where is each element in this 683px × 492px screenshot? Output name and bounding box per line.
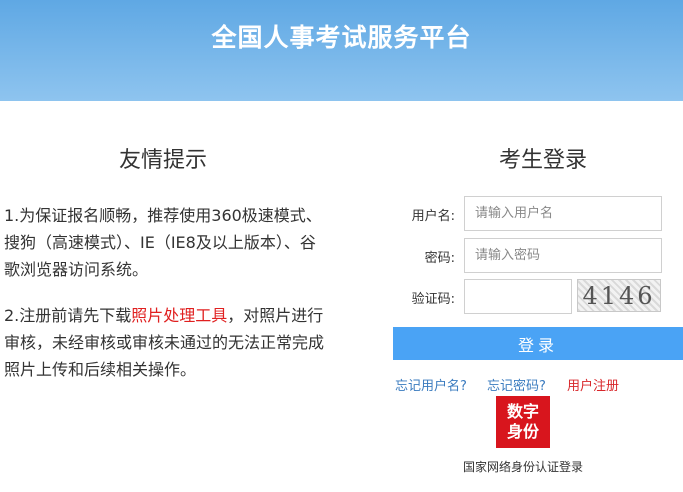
- login-title: 考生登录: [498, 148, 587, 173]
- tip-2-text-before: 2.注册前请先下载: [4, 306, 132, 325]
- site-title: 全国人事考试服务平台: [211, 23, 472, 52]
- digital-id-logo-line1: 数字: [506, 402, 539, 421]
- digital-id-logo-line2: 身份: [506, 422, 539, 441]
- username-label: 用户名:: [411, 209, 455, 224]
- digital-id-logo[interactable]: 数字 身份: [496, 396, 550, 448]
- digital-id-caption[interactable]: 国家网络身份认证登录: [433, 458, 613, 475]
- username-input[interactable]: [464, 196, 662, 231]
- forgot-password-link[interactable]: 忘记密码?: [487, 375, 546, 394]
- password-input[interactable]: [464, 238, 662, 273]
- tips-title: 友情提示: [118, 148, 207, 173]
- captcha-image[interactable]: 4146: [577, 279, 661, 312]
- password-label: 密码:: [424, 251, 455, 266]
- login-button[interactable]: 登录: [393, 327, 683, 360]
- register-link[interactable]: 用户注册: [567, 375, 619, 394]
- tip-1: 1.为保证报名顺畅，推荐使用360极速模式、搜狗（高速模式）、IE（IE8及以上…: [4, 206, 322, 279]
- captcha-label: 验证码:: [411, 292, 455, 307]
- header-banner: 全国人事考试服务平台: [0, 0, 683, 101]
- photo-tool-link[interactable]: 照片处理工具: [131, 306, 227, 325]
- captcha-input[interactable]: [464, 279, 572, 314]
- tip-2: 2.注册前请先下载照片处理工具，对照片进行审核，未经审核或审核未通过的无法正常完…: [4, 302, 326, 383]
- forgot-username-link[interactable]: 忘记用户名?: [395, 375, 467, 394]
